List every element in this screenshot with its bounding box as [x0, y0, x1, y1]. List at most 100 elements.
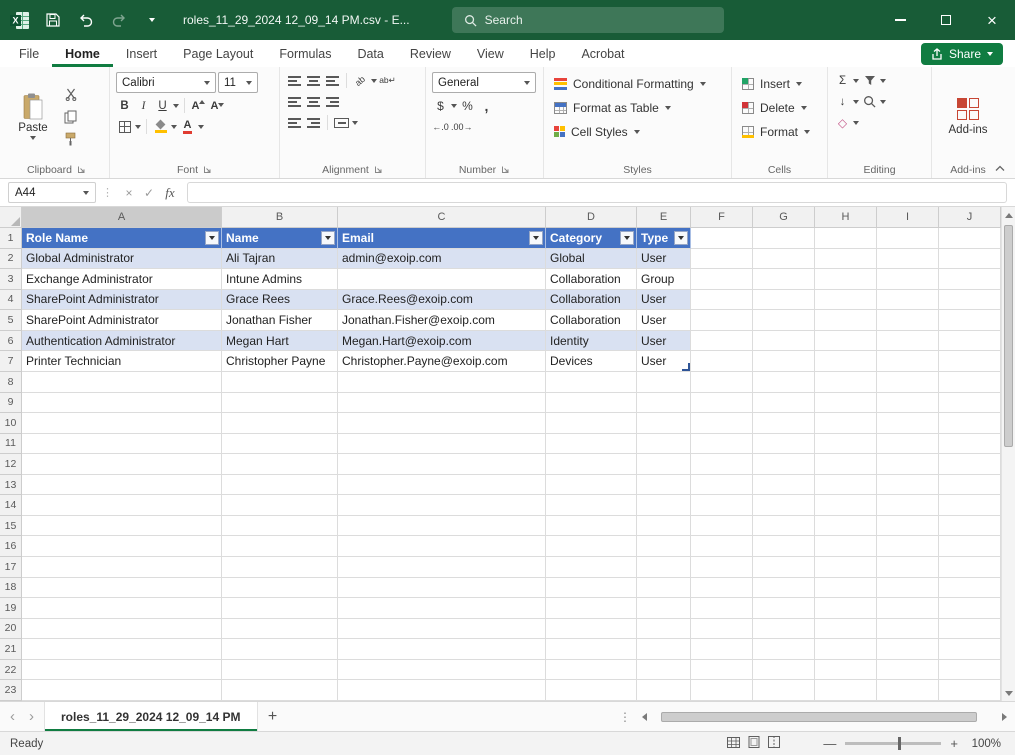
cell-F16[interactable]	[691, 536, 753, 557]
cell-D19[interactable]	[546, 598, 637, 619]
cell-J20[interactable]	[939, 619, 1001, 640]
cell-A8[interactable]	[22, 372, 222, 393]
row-header-6[interactable]: 6	[0, 331, 22, 352]
insert-function-button[interactable]: fx	[159, 185, 181, 201]
cell-A22[interactable]	[22, 660, 222, 681]
cell-G10[interactable]	[753, 413, 815, 434]
cell-G22[interactable]	[753, 660, 815, 681]
cell-B6[interactable]: Megan Hart	[222, 331, 338, 352]
cell-A9[interactable]	[22, 393, 222, 414]
wrap-text-button[interactable]: ab↵	[379, 72, 396, 89]
addins-button[interactable]: Add-ins	[941, 72, 996, 161]
cell-I8[interactable]	[877, 372, 939, 393]
chevron-down-icon[interactable]	[171, 125, 177, 129]
ribbon-tab-view[interactable]: View	[464, 40, 517, 67]
cell-E22[interactable]	[637, 660, 691, 681]
cell-D7[interactable]: Devices	[546, 351, 637, 372]
column-header-G[interactable]: G	[753, 207, 815, 228]
cell-G12[interactable]	[753, 454, 815, 475]
paste-button[interactable]: Paste	[10, 72, 56, 161]
cell-E9[interactable]	[637, 393, 691, 414]
chevron-down-icon[interactable]	[135, 125, 141, 129]
cell-A1[interactable]: Role Name	[22, 228, 222, 249]
cell-B20[interactable]	[222, 619, 338, 640]
filter-button-type[interactable]	[674, 231, 688, 245]
cell-C17[interactable]	[338, 557, 546, 578]
cell-B9[interactable]	[222, 393, 338, 414]
cell-I13[interactable]	[877, 475, 939, 496]
collapse-ribbon-button[interactable]	[995, 165, 1005, 172]
cell-F2[interactable]	[691, 249, 753, 270]
cell-H19[interactable]	[815, 598, 877, 619]
cell-E6[interactable]: User	[637, 331, 691, 352]
select-all-button[interactable]	[0, 207, 22, 228]
copy-button[interactable]	[62, 108, 79, 125]
chevron-down-icon[interactable]	[371, 79, 377, 83]
cell-F15[interactable]	[691, 516, 753, 537]
cell-I16[interactable]	[877, 536, 939, 557]
delete-cells-button[interactable]: Delete	[738, 96, 821, 119]
cell-D22[interactable]	[546, 660, 637, 681]
cell-J22[interactable]	[939, 660, 1001, 681]
cell-E20[interactable]	[637, 619, 691, 640]
share-button[interactable]: Share	[921, 43, 1003, 65]
cell-F18[interactable]	[691, 578, 753, 599]
cell-G17[interactable]	[753, 557, 815, 578]
cell-H7[interactable]	[815, 351, 877, 372]
chevron-down-icon[interactable]	[853, 100, 859, 104]
cut-button[interactable]	[62, 86, 79, 103]
cell-G7[interactable]	[753, 351, 815, 372]
cell-B16[interactable]	[222, 536, 338, 557]
cell-J16[interactable]	[939, 536, 1001, 557]
scroll-left-button[interactable]	[637, 713, 651, 721]
cell-F21[interactable]	[691, 639, 753, 660]
cell-D15[interactable]	[546, 516, 637, 537]
cell-I1[interactable]	[877, 228, 939, 249]
cell-J23[interactable]	[939, 680, 1001, 701]
borders-button[interactable]	[116, 118, 133, 135]
cell-F20[interactable]	[691, 619, 753, 640]
column-header-D[interactable]: D	[546, 207, 637, 228]
format-cells-button[interactable]: Format	[738, 120, 821, 143]
cell-F17[interactable]	[691, 557, 753, 578]
close-button[interactable]: ×	[969, 0, 1015, 40]
italic-button[interactable]: I	[135, 97, 152, 114]
name-box[interactable]: A44	[8, 182, 96, 203]
cell-J15[interactable]	[939, 516, 1001, 537]
scroll-right-button[interactable]	[997, 713, 1011, 721]
cell-A3[interactable]: Exchange Administrator	[22, 269, 222, 290]
scroll-down-button[interactable]	[1002, 685, 1015, 701]
cell-G8[interactable]	[753, 372, 815, 393]
row-header-11[interactable]: 11	[0, 434, 22, 455]
number-dialog-launcher[interactable]	[501, 165, 510, 174]
row-header-8[interactable]: 8	[0, 372, 22, 393]
cell-H10[interactable]	[815, 413, 877, 434]
cell-C5[interactable]: Jonathan.Fisher@exoip.com	[338, 310, 546, 331]
cell-H22[interactable]	[815, 660, 877, 681]
cell-C19[interactable]	[338, 598, 546, 619]
row-header-21[interactable]: 21	[0, 639, 22, 660]
cell-C4[interactable]: Grace.Rees@exoip.com	[338, 290, 546, 311]
cell-D5[interactable]: Collaboration	[546, 310, 637, 331]
cell-I23[interactable]	[877, 680, 939, 701]
cell-B13[interactable]	[222, 475, 338, 496]
cell-E5[interactable]: User	[637, 310, 691, 331]
cell-J7[interactable]	[939, 351, 1001, 372]
zoom-slider[interactable]	[845, 742, 941, 745]
cell-F6[interactable]	[691, 331, 753, 352]
format-as-table-button[interactable]: Format as Table	[550, 96, 725, 119]
cell-H13[interactable]	[815, 475, 877, 496]
formula-input[interactable]	[187, 182, 1007, 203]
cell-D21[interactable]	[546, 639, 637, 660]
zoom-slider-thumb[interactable]	[898, 737, 901, 750]
cell-E16[interactable]	[637, 536, 691, 557]
cell-H6[interactable]	[815, 331, 877, 352]
ribbon-tab-page-layout[interactable]: Page Layout	[170, 40, 266, 67]
orientation-button[interactable]: ab	[352, 72, 369, 89]
comma-style-button[interactable]: ,	[478, 97, 495, 114]
cell-B22[interactable]	[222, 660, 338, 681]
ribbon-tab-insert[interactable]: Insert	[113, 40, 170, 67]
cell-A5[interactable]: SharePoint Administrator	[22, 310, 222, 331]
cell-B15[interactable]	[222, 516, 338, 537]
cell-J9[interactable]	[939, 393, 1001, 414]
